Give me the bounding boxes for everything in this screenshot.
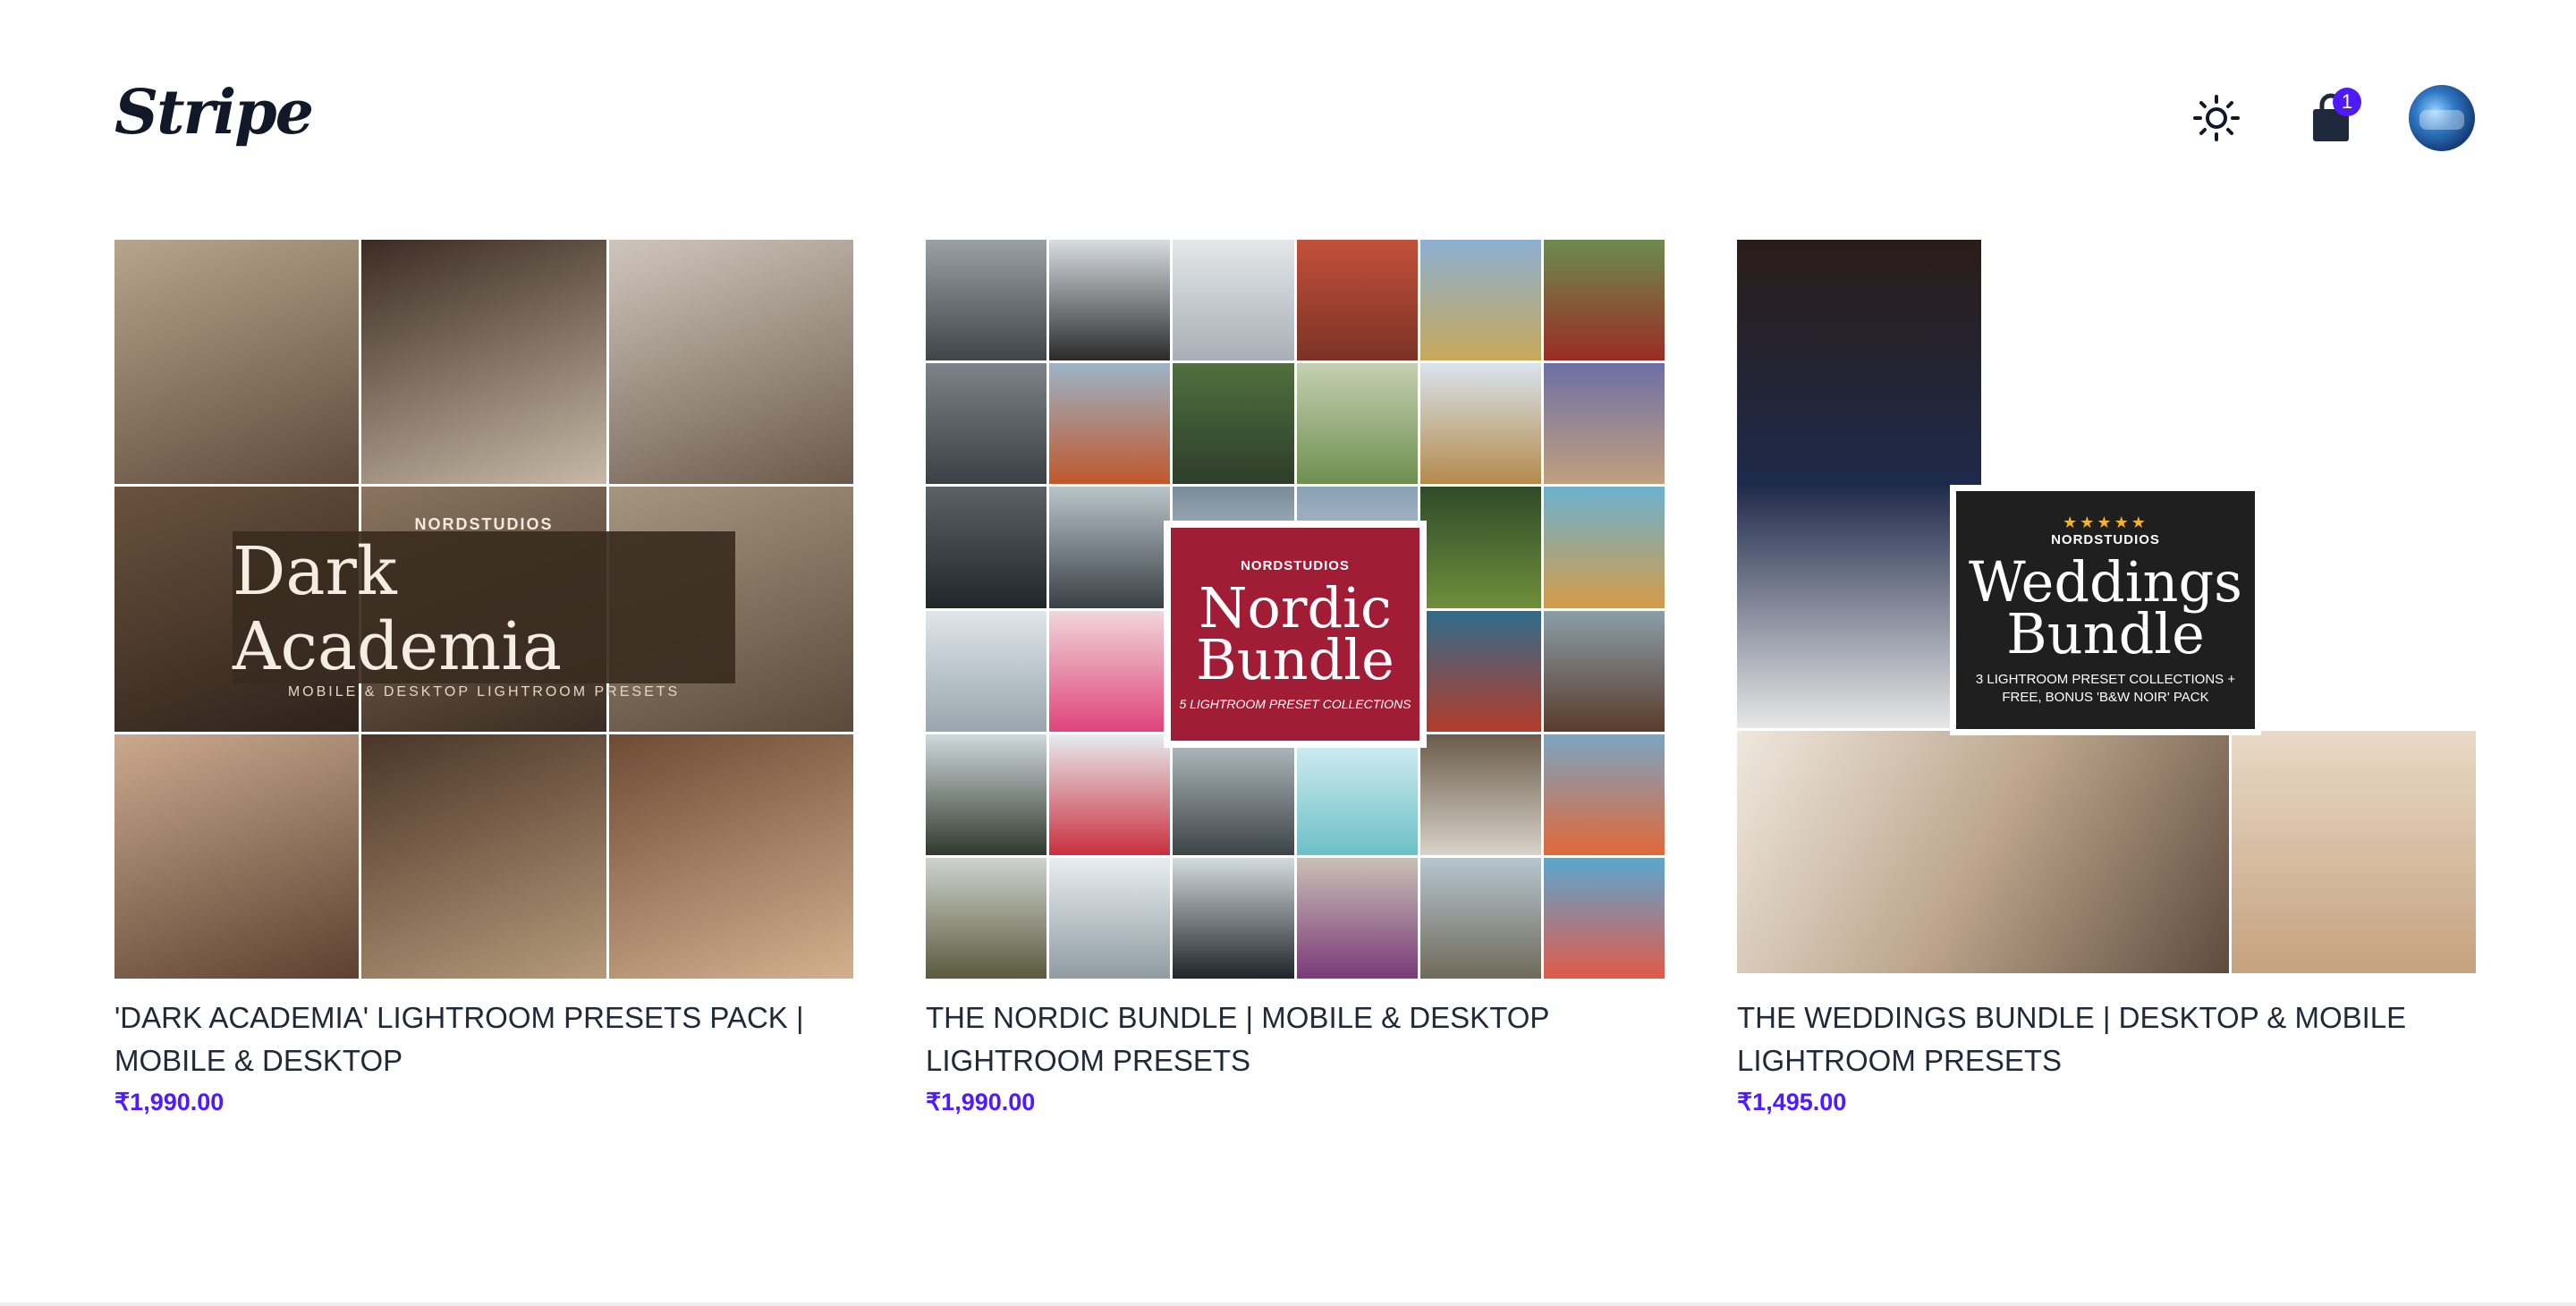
banner-brand: NORDSTUDIOS (2051, 532, 2160, 547)
sun-icon (2193, 95, 2240, 141)
banner-subheading: 5 LIGHTROOM PRESET COLLECTIONS (1179, 696, 1411, 711)
product-image[interactable]: NORDSTUDIOS Dark Academia MOBILE & DESKT… (114, 240, 853, 979)
banner-brand: NORDSTUDIOS (414, 514, 554, 533)
theme-toggle-button[interactable] (2184, 86, 2249, 150)
product-card[interactable]: NORDSTUDIOS Dark Academia MOBILE & DESKT… (114, 240, 853, 1122)
product-card[interactable]: ★★★★★ NORDSTUDIOS Weddings Bundle 3 LIGH… (1737, 240, 2476, 1122)
product-title[interactable]: THE WEDDINGS BUNDLE | DESKTOP & MOBILE L… (1737, 996, 2476, 1082)
product-image-banner: NORDSTUDIOS Nordic Bundle 5 LIGHTROOM PR… (1164, 521, 1427, 748)
product-price: ₹1,990.00 (926, 1089, 1036, 1115)
banner-subheading: 3 LIGHTROOM PRESET COLLECTIONS + FREE, B… (1975, 672, 2236, 705)
product-card[interactable]: NORDSTUDIOS Nordic Bundle 5 LIGHTROOM PR… (926, 240, 1665, 1122)
product-image-banner: ★★★★★ NORDSTUDIOS Weddings Bundle 3 LIGH… (1950, 485, 2261, 735)
avatar-image (2419, 110, 2464, 130)
product-image[interactable]: ★★★★★ NORDSTUDIOS Weddings Bundle 3 LIGH… (1737, 240, 2476, 979)
banner-brand: NORDSTUDIOS (1241, 557, 1350, 573)
page-bottom-divider (0, 1302, 2576, 1306)
product-image-banner: NORDSTUDIOS Dark Academia MOBILE & DESKT… (233, 515, 735, 700)
product-price: ₹1,495.00 (1737, 1089, 1847, 1115)
banner-heading: Weddings Bundle (1968, 549, 2242, 666)
cart-button[interactable]: 1 (2299, 86, 2363, 150)
product-grid: NORDSTUDIOS Dark Academia MOBILE & DESKT… (114, 240, 2476, 1122)
user-avatar[interactable] (2409, 85, 2475, 151)
product-price: ₹1,990.00 (114, 1089, 225, 1115)
banner-heading: Dark Academia (233, 532, 563, 685)
product-image[interactable]: NORDSTUDIOS Nordic Bundle 5 LIGHTROOM PR… (926, 240, 1665, 979)
store-logo[interactable]: Stripe (114, 77, 314, 148)
banner-subheading: MOBILE & DESKTOP LIGHTROOM PRESETS (287, 683, 681, 700)
product-title[interactable]: 'DARK ACADEMIA' LIGHTROOM PRESETS PACK |… (114, 996, 853, 1082)
banner-heading: Nordic Bundle (1196, 574, 1394, 692)
site-header: Stripe 1 (0, 0, 2576, 233)
cart-count-badge: 1 (2333, 88, 2361, 116)
product-title[interactable]: THE NORDIC BUNDLE | MOBILE & DESKTOP LIG… (926, 996, 1665, 1082)
banner-rating: ★★★★★ (2063, 513, 2148, 531)
